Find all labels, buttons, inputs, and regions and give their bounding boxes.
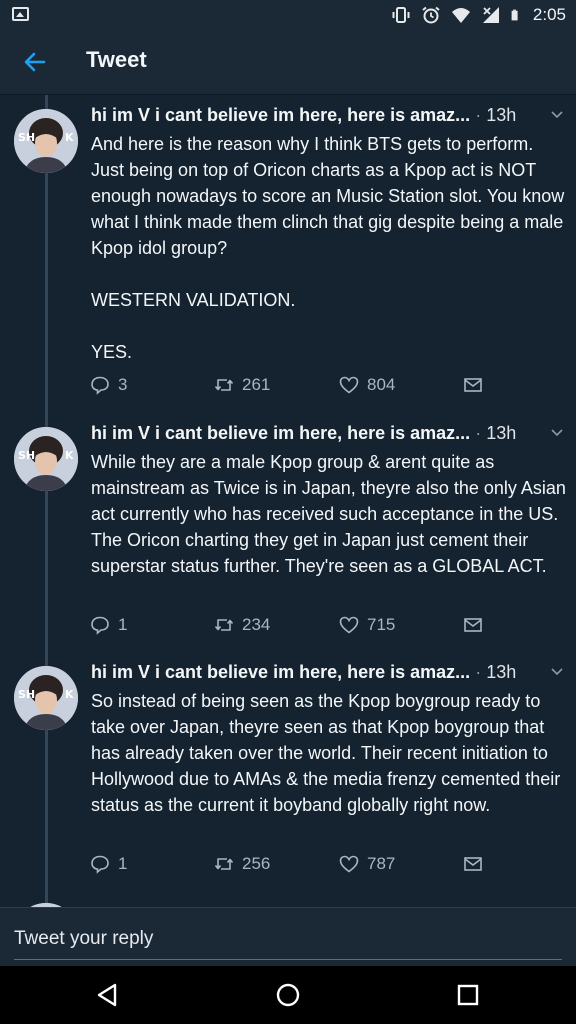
chevron-down-icon[interactable] xyxy=(550,665,564,679)
arrow-left-icon[interactable] xyxy=(20,47,50,77)
avatar[interactable]: SH K xyxy=(14,666,78,730)
separator: · xyxy=(475,423,482,443)
svg-text:SH: SH xyxy=(18,688,35,701)
reply-icon xyxy=(91,376,109,395)
tweet-header: hi im V i cant believe im here, here is … xyxy=(91,423,566,447)
heart-icon xyxy=(339,616,359,634)
envelope-icon xyxy=(464,378,482,392)
like-count: 804 xyxy=(367,375,396,394)
chevron-down-icon[interactable] xyxy=(550,108,564,122)
retweet-button[interactable]: 261 xyxy=(214,375,270,395)
page-title: Tweet xyxy=(86,47,147,72)
reply-button[interactable]: 1 xyxy=(90,854,127,874)
dm-button[interactable] xyxy=(463,375,483,395)
chevron-down-icon[interactable] xyxy=(550,426,564,440)
tweet-header: hi im V i cant believe im here, here is … xyxy=(91,105,566,129)
like-button[interactable]: 787 xyxy=(339,854,395,874)
tweet-text: So instead of being seen as the Kpop boy… xyxy=(91,691,566,815)
separator: · xyxy=(475,662,482,682)
avatar-image: SH K xyxy=(14,666,78,730)
svg-text:K: K xyxy=(65,131,74,144)
back-triangle-icon[interactable] xyxy=(93,980,123,1010)
heart-icon xyxy=(339,855,359,873)
reply-input-underline xyxy=(14,959,562,960)
like-button[interactable]: 715 xyxy=(339,615,395,635)
author-name[interactable]: hi im V i cant believe im here, here is … xyxy=(91,662,470,682)
reply-button[interactable]: 3 xyxy=(90,375,127,395)
tweet-time: 13h xyxy=(486,662,517,682)
author-name[interactable]: hi im V i cant believe im here, here is … xyxy=(91,423,470,443)
retweet-count: 261 xyxy=(242,375,271,394)
avatar-image: SH K xyxy=(14,109,78,173)
tweet-actions: 3 261 804 xyxy=(90,375,490,399)
svg-text:SH: SH xyxy=(18,131,35,144)
thread-connector-line xyxy=(45,95,48,907)
app-header: Tweet xyxy=(0,30,576,95)
tweet-header: hi im V i cant believe im here, here is … xyxy=(91,662,566,686)
tweet-text: And here is the reason why I think BTS g… xyxy=(91,134,565,362)
retweet-icon xyxy=(214,619,234,631)
heart-icon xyxy=(339,376,359,394)
svg-text:K: K xyxy=(65,688,74,701)
tweet-time: 13h xyxy=(486,105,517,125)
signal-icon xyxy=(482,7,499,23)
home-circle-icon[interactable] xyxy=(273,980,303,1010)
dm-button[interactable] xyxy=(463,854,483,874)
svg-text:SH: SH xyxy=(18,449,35,462)
reply-count: 3 xyxy=(118,375,128,394)
avatar-image: SH K xyxy=(14,427,78,491)
author-name[interactable]: hi im V i cant believe im here, here is … xyxy=(91,105,470,125)
image-icon xyxy=(12,7,29,21)
like-count: 787 xyxy=(367,854,396,873)
system-nav-bar xyxy=(0,966,576,1024)
battery-icon xyxy=(511,9,518,21)
svg-text:K: K xyxy=(65,449,74,462)
tweet-time: 13h xyxy=(486,423,517,443)
tweet-text: While they are a male Kpop group & arent… xyxy=(91,452,571,576)
retweet-button[interactable]: 234 xyxy=(214,615,270,635)
vibrate-icon xyxy=(392,7,410,23)
reply-icon xyxy=(91,855,109,874)
reply-button[interactable]: 1 xyxy=(90,615,127,635)
tweet-actions: 1 234 715 xyxy=(90,615,490,639)
retweet-icon xyxy=(214,379,234,391)
like-count: 715 xyxy=(367,615,396,634)
recents-square-icon[interactable] xyxy=(453,980,483,1010)
tweet-actions: 1 256 787 xyxy=(90,854,490,878)
reply-count: 1 xyxy=(118,615,128,634)
status-bar: 2:05 xyxy=(0,0,576,30)
envelope-icon xyxy=(464,857,482,871)
tweet-thread: SH K hi im V i cant believe im here, her… xyxy=(0,95,576,907)
reply-composer[interactable]: Tweet your reply xyxy=(0,907,576,966)
retweet-count: 234 xyxy=(242,615,271,634)
like-button[interactable]: 804 xyxy=(339,375,395,395)
separator: · xyxy=(475,105,482,125)
envelope-icon xyxy=(464,618,482,632)
retweet-count: 256 xyxy=(242,854,271,873)
avatar[interactable]: SH K xyxy=(14,109,78,173)
reply-icon xyxy=(91,616,109,635)
alarm-icon xyxy=(422,6,440,24)
dm-button[interactable] xyxy=(463,615,483,635)
retweet-icon xyxy=(214,858,234,870)
retweet-button[interactable]: 256 xyxy=(214,854,270,874)
wifi-icon xyxy=(451,8,470,23)
reply-input[interactable]: Tweet your reply xyxy=(14,928,153,950)
status-time: 2:05 xyxy=(532,5,566,24)
reply-count: 1 xyxy=(118,854,128,873)
avatar[interactable]: SH K xyxy=(14,427,78,491)
